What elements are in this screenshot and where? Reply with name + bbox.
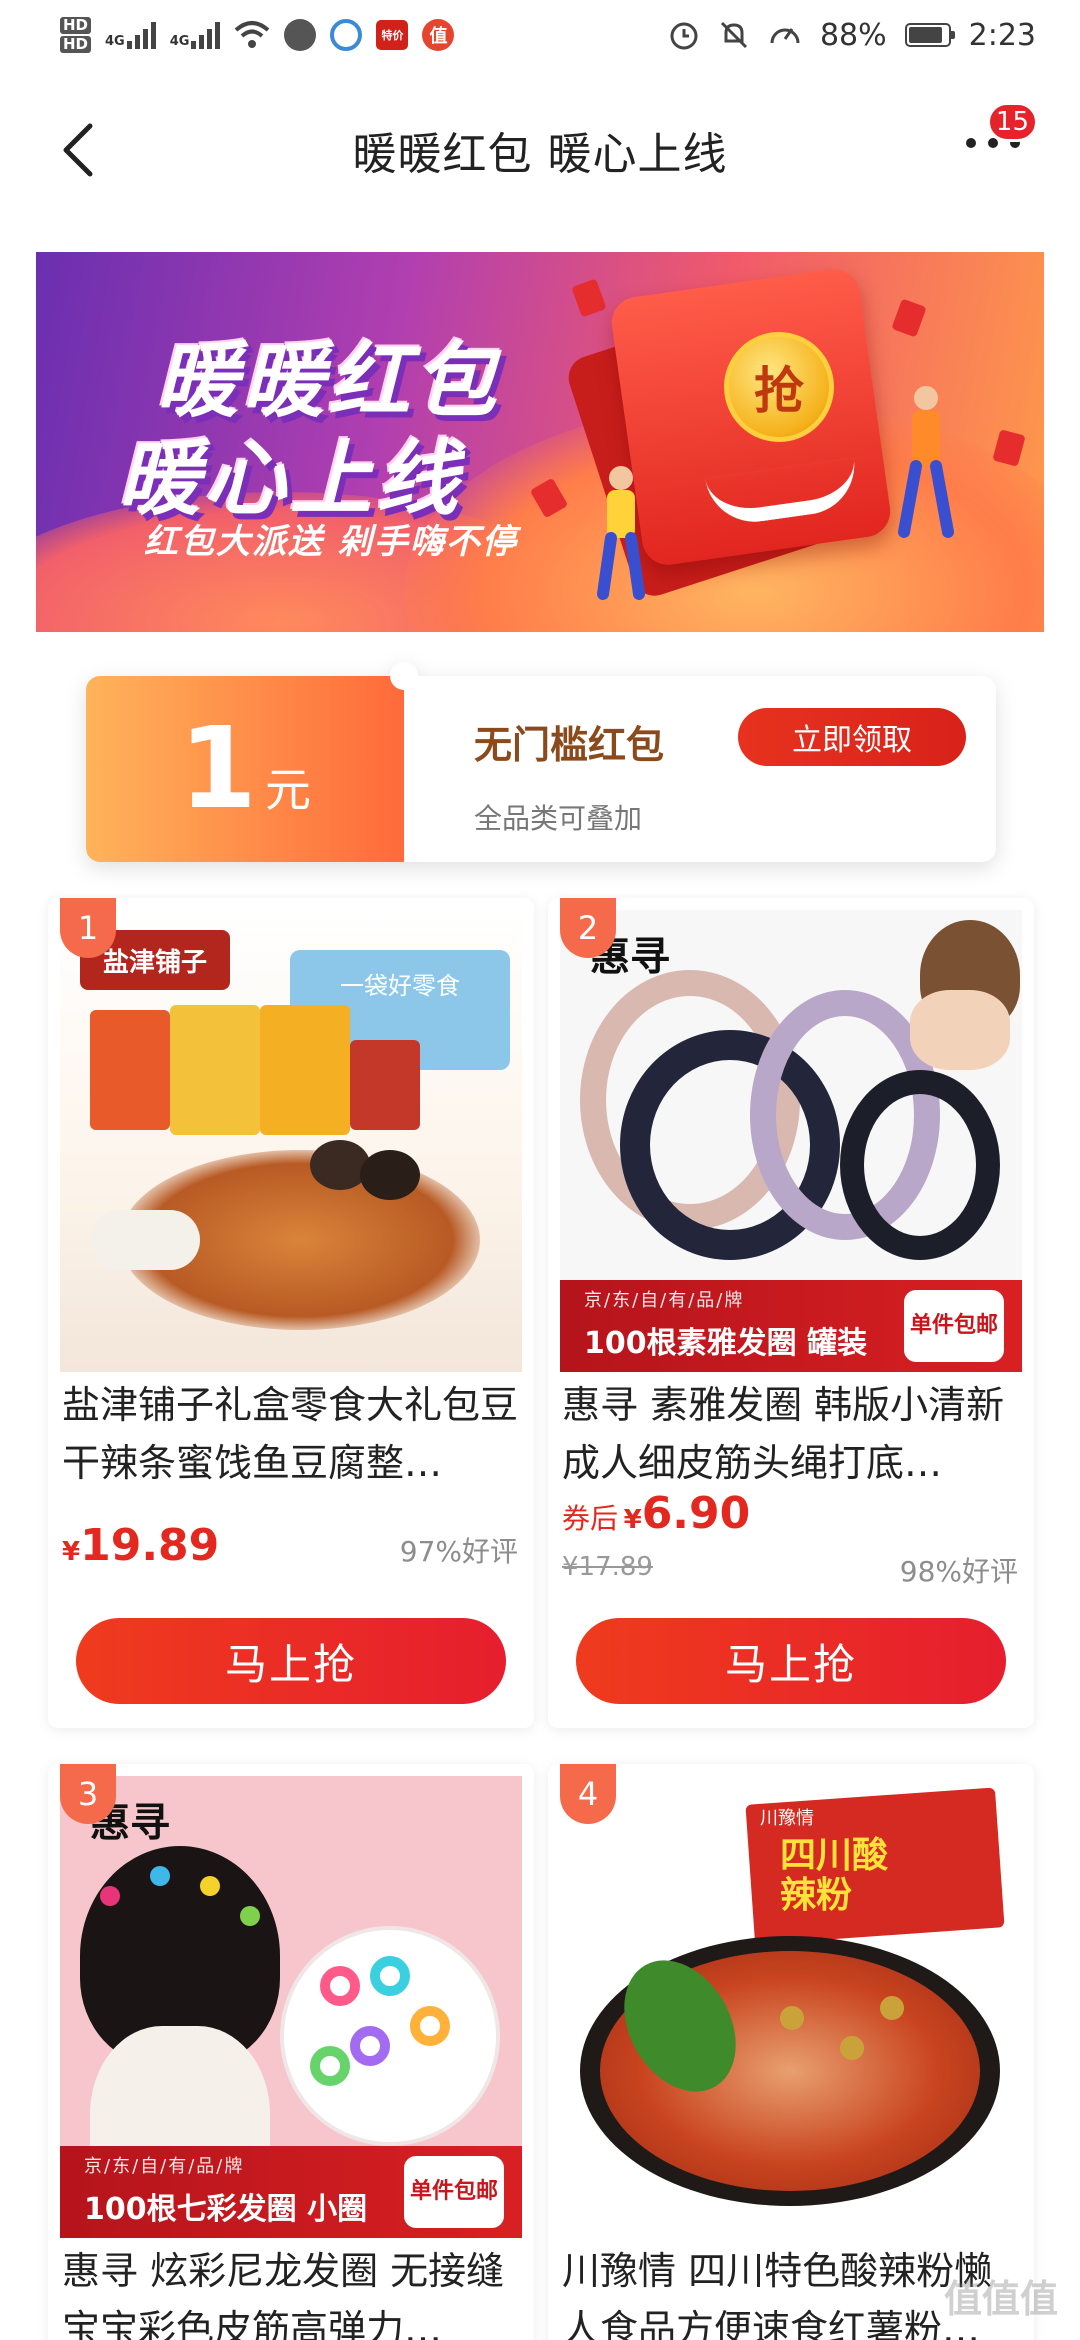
coupon-desc: 全品类可叠加 [474, 802, 643, 835]
product-card[interactable]: 3 惠寻 京/东/自/有/品/牌 100根七彩发圈 小圈 单件包邮 惠寻 炫彩尼… [48, 1764, 534, 2340]
product-promo-strip: 京/东/自/有/品/牌 100根七彩发圈 小圈 单件包邮 [60, 2146, 522, 2238]
buy-now-button[interactable]: 马上抢 [76, 1618, 506, 1704]
product-card[interactable]: 2 惠寻 京/东/自/有/品/牌 100根素雅发圈 罐装 单件包邮 惠寻 素雅发… [548, 898, 1034, 1728]
page-title: 暖暖红包 暖心上线 [352, 129, 728, 180]
mute-icon [720, 21, 747, 49]
signal-icon-2: 4G [170, 21, 221, 49]
search-app-icon [330, 19, 363, 51]
coupon-amount: 1 [179, 704, 257, 834]
product-rating: 97%好评 [399, 1535, 518, 1568]
coupon-unit: 元 [264, 763, 311, 817]
original-price: ¥17.89 [562, 1552, 653, 1582]
product-price: 券后 ¥6.90 [562, 1488, 751, 1539]
person-graphic-2 [898, 386, 954, 538]
person-graphic [597, 466, 645, 600]
product-title[interactable]: 惠寻 素雅发圈 韩版小清新成人细皮筋头绳打底… [562, 1376, 1022, 1492]
free-shipping-tag: 单件包邮 [404, 2156, 504, 2228]
hd-icon: HD HD [60, 16, 92, 54]
product-image[interactable]: 盐津铺子 一袋好零食 [60, 910, 522, 1372]
product-title[interactable]: 惠寻 炫彩尼龙发圈 无接缝宝宝彩色皮筋高弹力… [62, 2242, 522, 2340]
buy-now-button[interactable]: 马上抢 [576, 1618, 1006, 1704]
rank-badge: 4 [560, 1764, 616, 1824]
clock: 2:23 [968, 17, 1036, 53]
coupon-amount-panel: 1 元 [86, 676, 404, 862]
speed-icon [770, 28, 800, 44]
product-title[interactable]: 盐津铺子礼盒零食大礼包豆干辣条蜜饯鱼豆腐整… [62, 1376, 522, 1492]
notification-badge: 15 [986, 102, 1038, 142]
product-card[interactable]: 4 川豫情 四川酸辣粉 川豫情 四川特色酸辣粉懒人食品方便速食红薯粉… [548, 1764, 1034, 2340]
rank-badge: 2 [560, 898, 616, 958]
signal-icon: 4G [105, 21, 156, 49]
free-shipping-tag: 单件包邮 [904, 1290, 1004, 1362]
product-image[interactable]: 川豫情 四川酸辣粉 [560, 1776, 1022, 2238]
chevron-left-icon [63, 123, 93, 177]
sale-app-icon: 特价 [376, 20, 409, 50]
claim-coupon-button[interactable]: 立即领取 [738, 708, 966, 766]
product-promo-strip: 京/东/自/有/品/牌 100根素雅发圈 罐装 单件包邮 [560, 1280, 1022, 1372]
product-price: ¥19.89 [62, 1520, 220, 1571]
product-card[interactable]: 1 盐津铺子 一袋好零食 盐津铺子礼盒零食大礼包豆干辣条蜜饯鱼豆腐整… ¥19.… [48, 898, 534, 1728]
rank-badge: 3 [60, 1764, 116, 1824]
status-bar: HD HD 4G 4G 特价 值 88% 2:23 [0, 0, 1080, 70]
banner-subtitle: 红包大派送 剁手嗨不停 [144, 522, 518, 562]
coupon-card: 1 元 无门槛红包 全品类可叠加 立即领取 [86, 676, 996, 862]
product-rating: 98%好评 [899, 1555, 1018, 1588]
alarm-icon [670, 22, 698, 50]
rank-badge: 1 [60, 898, 116, 958]
top-bar: 暖暖红包 暖心上线 15 [0, 80, 1080, 220]
navigation-icon [284, 19, 317, 51]
product-image[interactable]: 惠寻 京/东/自/有/品/牌 100根七彩发圈 小圈 单件包邮 [60, 1776, 522, 2238]
product-image[interactable]: 惠寻 京/东/自/有/品/牌 100根素雅发圈 罐装 单件包邮 [560, 910, 1022, 1372]
zhi-app-icon: 值 [422, 19, 455, 51]
battery-percent: 88% [819, 17, 887, 53]
battery-icon [904, 23, 955, 47]
back-button[interactable] [60, 120, 120, 180]
wifi-icon [235, 21, 270, 48]
grab-coin-graphic: 抢 [724, 332, 834, 442]
watermark: 值值值 [943, 2277, 1058, 2321]
promo-banner[interactable]: 抢 暖暖红包 暖心上线 红包大派送 剁手嗨不停 [36, 252, 1044, 632]
